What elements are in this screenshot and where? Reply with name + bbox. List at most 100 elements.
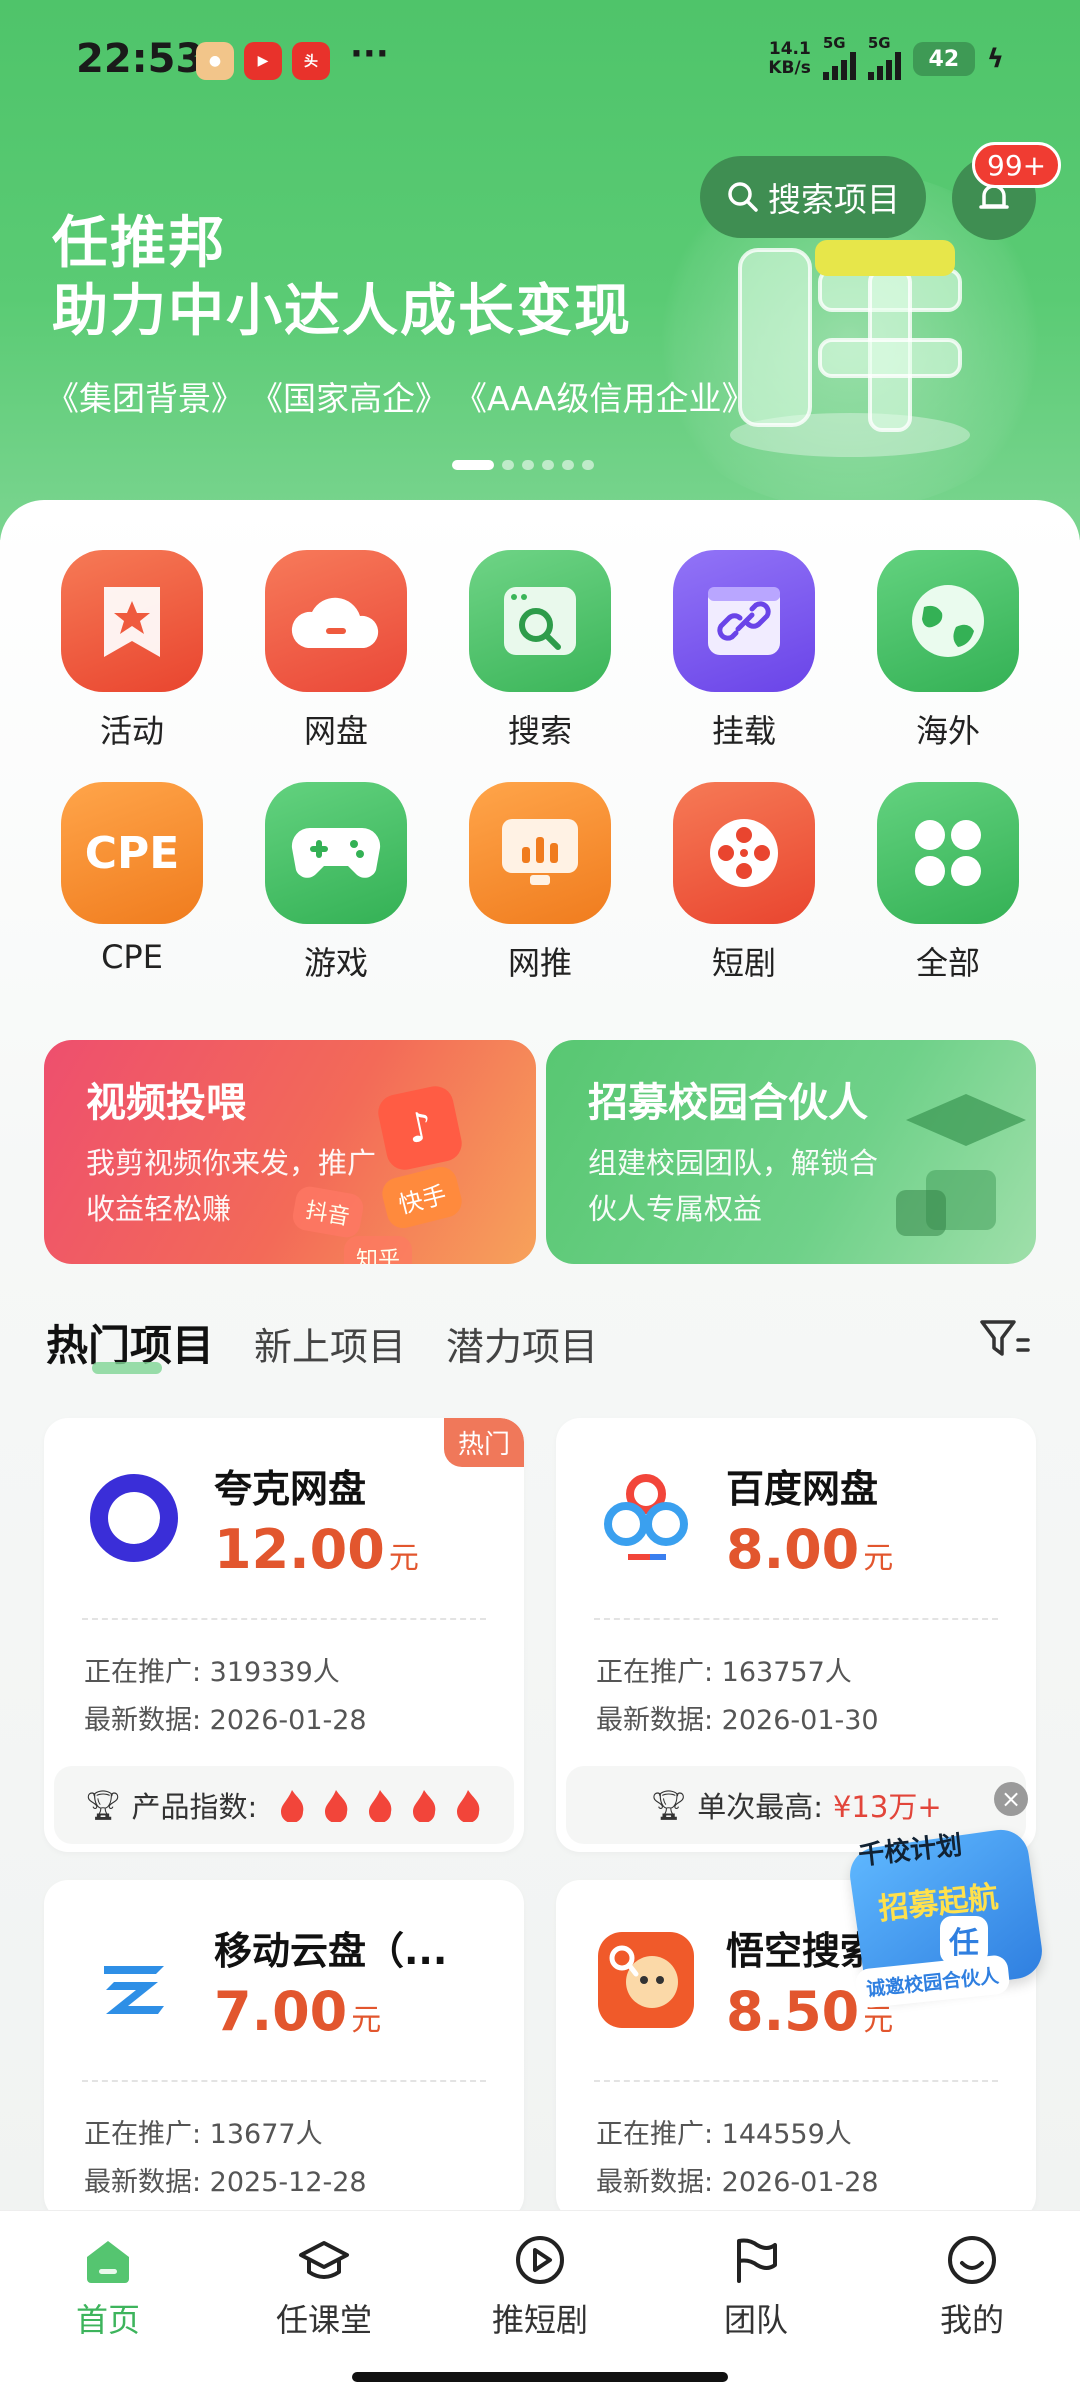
price-unit: 元 [863,2003,894,2038]
carousel-dot[interactable] [452,460,494,470]
category-search[interactable]: 搜索 [438,550,642,752]
carousel-dot[interactable] [502,460,514,470]
promoting-count: 正在推广: 319339人 [84,1657,340,1688]
home-icon [87,2241,129,2283]
flame-icon [457,1790,480,1822]
product-index-label: 产品指数: [131,1790,258,1824]
flame-icon [413,1790,436,1822]
category-short-drama[interactable]: 短剧 [642,782,846,984]
category-cpe[interactable]: CPE CPE [30,782,234,984]
category-web-promo[interactable]: 网推 [438,782,642,984]
search-icon [728,182,758,212]
card-divider [82,2080,486,2082]
project-name: 移动云盘（... [214,1929,448,1973]
tiktok-icon: ♪ [374,1082,466,1174]
max-payout-label: 单次最高: [697,1790,823,1824]
flame-icon [281,1790,304,1822]
banner-title-line2: 助力中小达人成长变现 [52,279,632,344]
filter-icon[interactable] [978,1318,1032,1362]
project-card-mobile-cloud[interactable]: 移动云盘（... 7.00 元 正在推广: 13677人 最新数据: 2025-1… [44,1880,524,2220]
promo-desc: 组建校园团队，解锁合伙人专属权益 [588,1146,879,1226]
nav-label: 推短剧 [491,2301,588,2339]
flame-rating [277,1788,483,1822]
status-right: 14.1 KB/s 5G 5G 42 ϟ [768,34,1004,80]
notification-badge: 99+ [972,142,1062,188]
nav-home[interactable]: 首页 [8,2233,208,2341]
banner-tag: AAA级信用企业 [454,372,755,420]
nav-label: 首页 [75,2301,140,2339]
baidu-netdisk-logo-icon [604,1474,688,1560]
sim2-label: 5G [867,34,891,52]
battery-icon: 42 [912,42,975,76]
cpe-icon-text: CPE [84,827,180,879]
app-toutiao-icon: 头 [292,42,330,80]
category-overseas[interactable]: 海外 [846,550,1050,752]
category-activity[interactable]: 活动 [30,550,234,752]
carousel-dot[interactable] [522,460,534,470]
floating-campus-ad[interactable]: 千校计划 招募起航 任 诚邀校园合伙人 [846,1826,1046,2009]
category-netdisk[interactable]: 网盘 [234,550,438,752]
nav-label: 任课堂 [275,2301,372,2339]
promo-video-feed[interactable]: 视频投喂 我剪视频你来发，推广收益轻松赚 ♪ 快手 抖音 知乎 [44,1040,536,1264]
nav-short-drama[interactable]: 推短剧 [440,2233,640,2341]
gamepad-icon [265,782,407,924]
category-all[interactable]: 全部 [846,782,1050,984]
film-reel-icon [673,782,815,924]
flame-icon [369,1790,392,1822]
category-label: 游戏 [303,944,368,982]
flag-icon [737,2238,777,2283]
sim1-label: 5G [822,34,846,52]
category-label: 全部 [915,944,980,982]
search-window-icon [469,550,611,692]
tab-hot[interactable]: 热门项目 [46,1312,214,1374]
tab-new[interactable]: 新上项目 [254,1316,406,1371]
carousel-dot[interactable] [582,460,594,470]
category-label: CPE [101,938,163,976]
signal-sim2-icon: 5G [867,34,901,80]
carousel-dot[interactable] [562,460,574,470]
price-unit: 元 [388,1541,419,1576]
play-circle-icon [516,2236,564,2284]
card-divider [594,1618,998,1620]
promoting-count: 正在推广: 163757人 [596,1657,852,1688]
latest-data-date: 最新数据: 2025-12-28 [84,2167,367,2198]
banner-tag: 集团背景 [46,372,244,420]
price-value: 7.00 [214,1980,348,2043]
category-mount[interactable]: 挂载 [642,550,846,752]
carousel-dot[interactable] [542,460,554,470]
home-indicator[interactable] [352,2372,728,2382]
product-index: 🏆︎ 产品指数: [54,1766,514,1844]
category-label: 挂载 [711,712,776,750]
project-card-baidu[interactable]: 百度网盘 8.00 元 正在推广: 163757人 最新数据: 2026-01-3… [556,1418,1036,1852]
tab-potential[interactable]: 潜力项目 [446,1316,598,1371]
project-card-quark[interactable]: 热门 夸克网盘 12.00 元 正在推广: 319339人 最新数据: 2026-… [44,1418,524,1852]
cloud-icon [265,550,407,692]
category-label: 搜索 [507,712,572,750]
project-price: 12.00 元 [214,1518,419,1581]
app-shiba-icon: ● [196,42,234,80]
project-name: 夸克网盘 [214,1467,367,1511]
status-bar: 22:53 ● ▶ 头 ··· 14.1 KB/s 5G 5G 42 ϟ [0,0,1080,120]
nav-team[interactable]: 团队 [656,2233,856,2341]
latest-data-date: 最新数据: 2026-01-28 [596,2167,879,2198]
category-label: 网推 [507,944,572,982]
category-label: 海外 [915,712,980,750]
hero-banner[interactable]: 22:53 ● ▶ 头 ··· 14.1 KB/s 5G 5G 42 ϟ 搜索项… [0,0,1080,540]
nav-course[interactable]: 任课堂 [224,2233,424,2341]
app-video-icon: ▶ [244,42,282,80]
graduation-cap-deco-icon [896,1094,1026,1236]
category-grid: 活动 网盘 搜索 挂载 海外 CPE CPE 游戏 网推 短剧 全部 [30,550,1050,984]
nav-mine[interactable]: 我的 [872,2233,1072,2341]
close-icon[interactable]: × [994,1782,1028,1816]
carousel-dots[interactable] [452,460,594,470]
price-value: 12.00 [214,1518,385,1581]
search-button[interactable]: 搜索项目 [700,156,926,238]
smile-face-icon [948,2236,996,2284]
project-name: 百度网盘 [726,1467,879,1511]
promo-campus-partner[interactable]: 招募校园合伙人 组建校园团队，解锁合伙人专属权益 [546,1040,1036,1264]
banner-title-line1: 任推邦 [52,211,226,276]
category-game[interactable]: 游戏 [234,782,438,984]
hot-badge: 热门 [443,1418,524,1467]
card-divider [82,1618,486,1620]
price-value: 8.50 [726,1980,860,2043]
